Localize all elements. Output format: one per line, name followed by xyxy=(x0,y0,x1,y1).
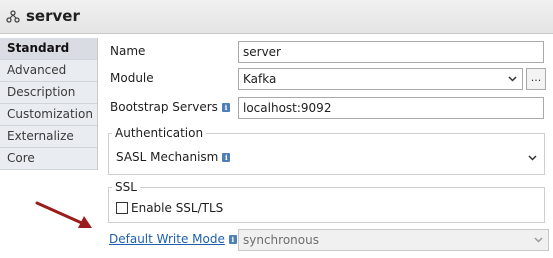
default-write-mode-value: synchronous xyxy=(243,233,319,247)
bootstrap-servers-label: Bootstrap Servers i xyxy=(110,100,230,114)
sasl-mechanism-label-text: SASL Mechanism xyxy=(116,150,219,164)
chevron-down-icon xyxy=(534,237,543,243)
chevron-down-icon xyxy=(528,155,537,161)
module-browse-button[interactable]: ... xyxy=(526,68,546,90)
module-select-value: Kafka xyxy=(243,72,277,86)
name-field[interactable]: server xyxy=(238,41,544,63)
info-icon: i xyxy=(228,235,237,244)
name-label: Name xyxy=(110,44,146,58)
sasl-mechanism-select[interactable] xyxy=(238,146,540,168)
info-icon: i xyxy=(221,103,230,112)
sasl-mechanism-label: SASL Mechanism i xyxy=(116,150,231,164)
tab-standard[interactable]: Standard xyxy=(0,38,97,60)
tab-externalize[interactable]: Externalize xyxy=(0,126,97,148)
editor-header: server xyxy=(0,0,553,34)
property-tabs: Standard Advanced Description Customizat… xyxy=(0,38,98,170)
chevron-down-icon xyxy=(508,76,517,82)
module-select[interactable]: Kafka xyxy=(238,68,523,90)
default-write-mode-link[interactable]: Default Write Mode xyxy=(109,232,225,246)
default-write-mode-label: Default Write Mode i xyxy=(109,232,237,246)
default-write-mode-select[interactable]: synchronous xyxy=(238,229,549,251)
bootstrap-servers-label-text: Bootstrap Servers xyxy=(110,100,218,114)
bootstrap-servers-field[interactable]: localhost:9092 xyxy=(238,97,544,119)
module-label: Module xyxy=(110,71,154,85)
tab-core[interactable]: Core xyxy=(0,148,97,170)
ssl-group-title: SSL xyxy=(112,180,140,194)
tab-description[interactable]: Description xyxy=(0,82,97,104)
component-icon xyxy=(6,10,20,23)
enable-ssl-checkbox[interactable] xyxy=(116,202,128,214)
enable-ssl-label: Enable SSL/TLS xyxy=(131,201,224,215)
authentication-group-title: Authentication xyxy=(112,126,207,140)
tab-customization[interactable]: Customization xyxy=(0,104,97,126)
tab-advanced[interactable]: Advanced xyxy=(0,60,97,82)
annotation-arrow-icon xyxy=(35,201,92,228)
standard-form: Name server Module Kafka ... Bootstrap S… xyxy=(98,38,553,258)
page-title: server xyxy=(26,7,80,25)
info-icon: i xyxy=(222,153,231,162)
